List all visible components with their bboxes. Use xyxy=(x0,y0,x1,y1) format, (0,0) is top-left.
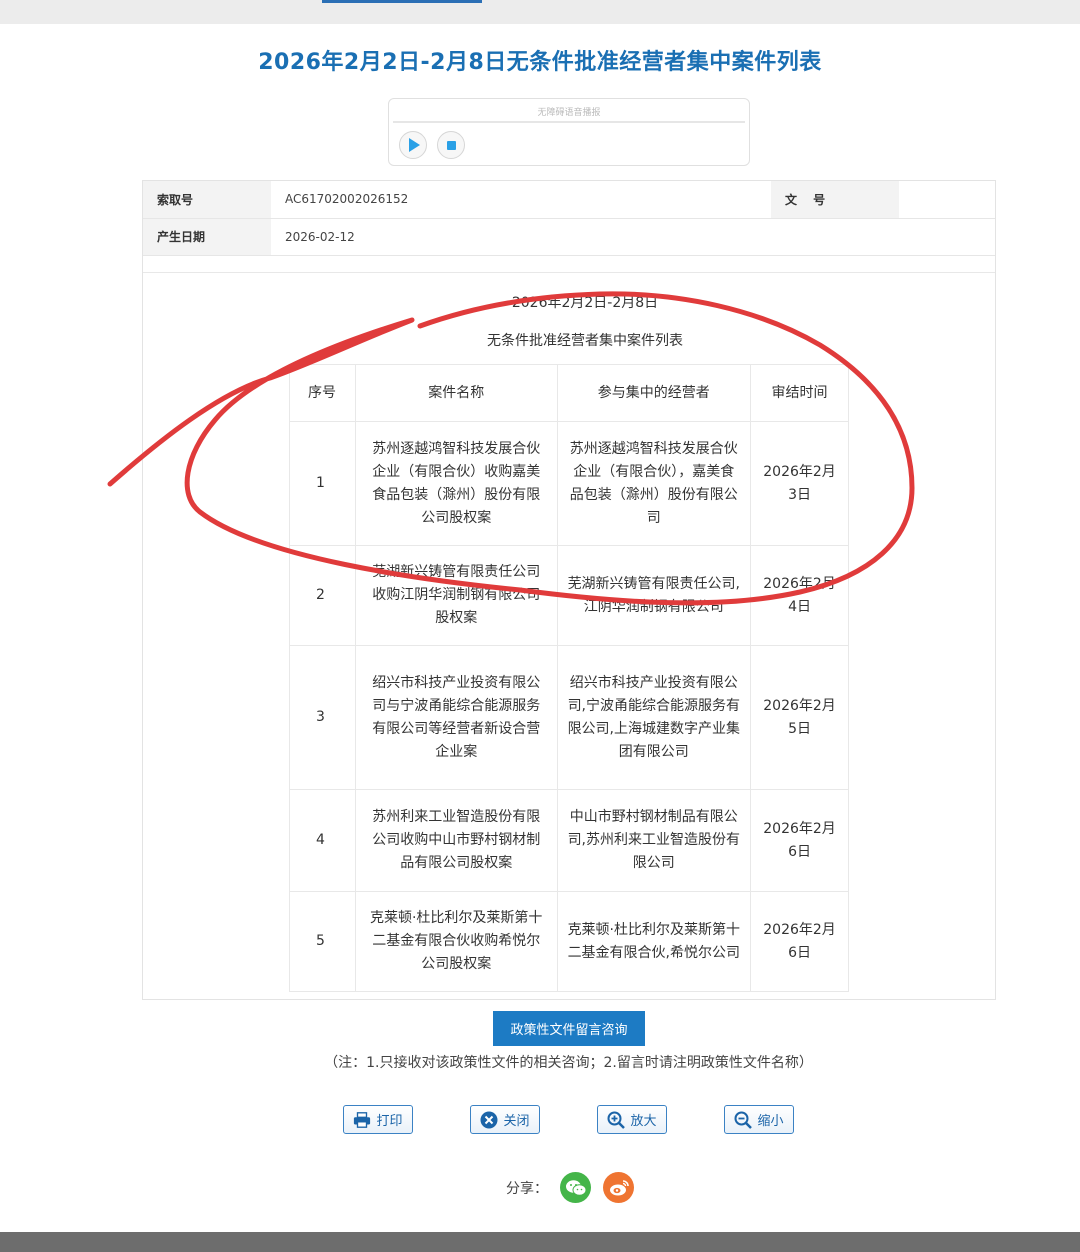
stop-button[interactable] xyxy=(437,131,465,159)
close-button[interactable]: 关闭 xyxy=(470,1105,540,1134)
date-label: 产生日期 xyxy=(143,218,271,256)
share-label: 分享： xyxy=(506,1180,548,1197)
zoom-in-icon xyxy=(607,1111,626,1129)
weibo-icon[interactable] xyxy=(603,1172,634,1203)
table-row: 3 绍兴市科技产业投资有限公司与宁波甬能综合能源服务有限公司等经营者新设合营企业… xyxy=(289,645,849,790)
row-name: 芜湖新兴铸管有限责任公司收购江阴华润制钢有限公司股权案 xyxy=(354,545,558,646)
header-parties: 参与集中的经营者 xyxy=(556,364,752,422)
row-no: 3 xyxy=(289,645,356,790)
play-icon xyxy=(409,138,420,152)
header-no: 序号 xyxy=(289,364,356,422)
case-table: 序号 案件名称 参与集中的经营者 审结时间 1 苏州逐越鸿智科技发展合伙企业（有… xyxy=(289,364,849,992)
zoom-in-label: 放大 xyxy=(630,1114,657,1129)
meta-table: 索取号 AC61702002026152 文 号 产生日期 2026-02-12 xyxy=(143,181,995,256)
zoom-in-button[interactable]: 放大 xyxy=(597,1105,667,1134)
play-button[interactable] xyxy=(399,131,427,159)
page-title: 2026年2月2日-2月8日无条件批准经营者集中案件列表 xyxy=(258,50,822,75)
zoom-out-icon xyxy=(734,1111,753,1129)
content-subtitle-date: 2026年2月2日-2月8日 xyxy=(511,295,659,311)
audio-progress-track[interactable] xyxy=(393,121,745,123)
row-date: 2026年2月3日 xyxy=(750,421,849,546)
doc-no-value xyxy=(899,181,995,219)
doc-no-label: 文 号 xyxy=(771,181,899,219)
row-parties: 绍兴市科技产业投资有限公司,宁波甬能综合能源服务有限公司,上海城建数字产业集团有… xyxy=(556,645,752,790)
print-button[interactable]: 打印 xyxy=(343,1105,413,1134)
row-date: 2026年2月6日 xyxy=(750,891,849,992)
header-date: 审结时间 xyxy=(750,364,849,422)
printer-icon xyxy=(353,1111,371,1129)
row-name: 苏州逐越鸿智科技发展合伙企业（有限合伙）收购嘉美食品包装（滁州）股份有限公司股权… xyxy=(354,421,558,546)
row-no: 4 xyxy=(289,789,356,892)
consult-note: （注：1.只接收对该政策性文件的相关咨询；2.留言时请注明政策性文件名称） xyxy=(324,1055,813,1071)
table-row: 5 克莱顿·杜比利尔及莱斯第十二基金有限合伙收购希悦尔公司股权案 克莱顿·杜比利… xyxy=(289,891,849,992)
header-name: 案件名称 xyxy=(354,364,558,422)
share-bar: 分享： xyxy=(506,1172,634,1203)
zoom-out-label: 缩小 xyxy=(757,1114,784,1129)
table-header-row: 序号 案件名称 参与集中的经营者 审结时间 xyxy=(289,364,849,422)
stop-icon xyxy=(446,140,456,150)
table-row: 1 苏州逐越鸿智科技发展合伙企业（有限合伙）收购嘉美食品包装（滁州）股份有限公司… xyxy=(289,421,849,546)
row-no: 5 xyxy=(289,891,356,992)
close-icon xyxy=(480,1111,498,1129)
print-label: 打印 xyxy=(376,1114,403,1129)
index-label: 索取号 xyxy=(143,181,271,219)
audio-label: 无障碍语音播报 xyxy=(537,108,601,118)
audio-player: 无障碍语音播报 xyxy=(388,98,750,166)
row-date: 2026年2月6日 xyxy=(750,789,849,892)
close-label: 关闭 xyxy=(503,1114,530,1129)
row-name: 克莱顿·杜比利尔及莱斯第十二基金有限合伙收购希悦尔公司股权案 xyxy=(354,891,558,992)
active-tab-indicator xyxy=(322,0,482,3)
row-parties: 克莱顿·杜比利尔及莱斯第十二基金有限合伙,希悦尔公司 xyxy=(556,891,752,992)
row-parties: 苏州逐越鸿智科技发展合伙企业（有限合伙），嘉美食品包装（滁州）股份有限公司 xyxy=(556,421,752,546)
index-value: AC61702002026152 xyxy=(271,181,771,219)
table-row: 4 苏州利来工业智造股份有限公司收购中山市野村钢材制品有限公司股权案 中山市野村… xyxy=(289,789,849,892)
row-name: 绍兴市科技产业投资有限公司与宁波甬能综合能源服务有限公司等经营者新设合营企业案 xyxy=(354,645,558,790)
meta-divider xyxy=(143,255,995,273)
row-date: 2026年2月4日 xyxy=(750,545,849,646)
row-parties: 中山市野村钢材制品有限公司,苏州利来工业智造股份有限公司 xyxy=(556,789,752,892)
consult-button[interactable]: 政策性文件留言咨询 xyxy=(493,1011,645,1046)
content-subtitle-title: 无条件批准经营者集中案件列表 xyxy=(487,333,683,349)
top-nav-bar xyxy=(0,0,1080,24)
table-row: 2 芜湖新兴铸管有限责任公司收购江阴华润制钢有限公司股权案 芜湖新兴铸管有限责任… xyxy=(289,545,849,646)
zoom-out-button[interactable]: 缩小 xyxy=(724,1105,794,1134)
row-parties: 芜湖新兴铸管有限责任公司,江阴华润制钢有限公司 xyxy=(556,545,752,646)
row-date: 2026年2月5日 xyxy=(750,645,849,790)
date-value: 2026-02-12 xyxy=(271,218,995,256)
row-no: 1 xyxy=(289,421,356,546)
bottom-bar xyxy=(0,1232,1080,1252)
wechat-icon[interactable] xyxy=(560,1172,591,1203)
row-name: 苏州利来工业智造股份有限公司收购中山市野村钢材制品有限公司股权案 xyxy=(354,789,558,892)
row-no: 2 xyxy=(289,545,356,646)
